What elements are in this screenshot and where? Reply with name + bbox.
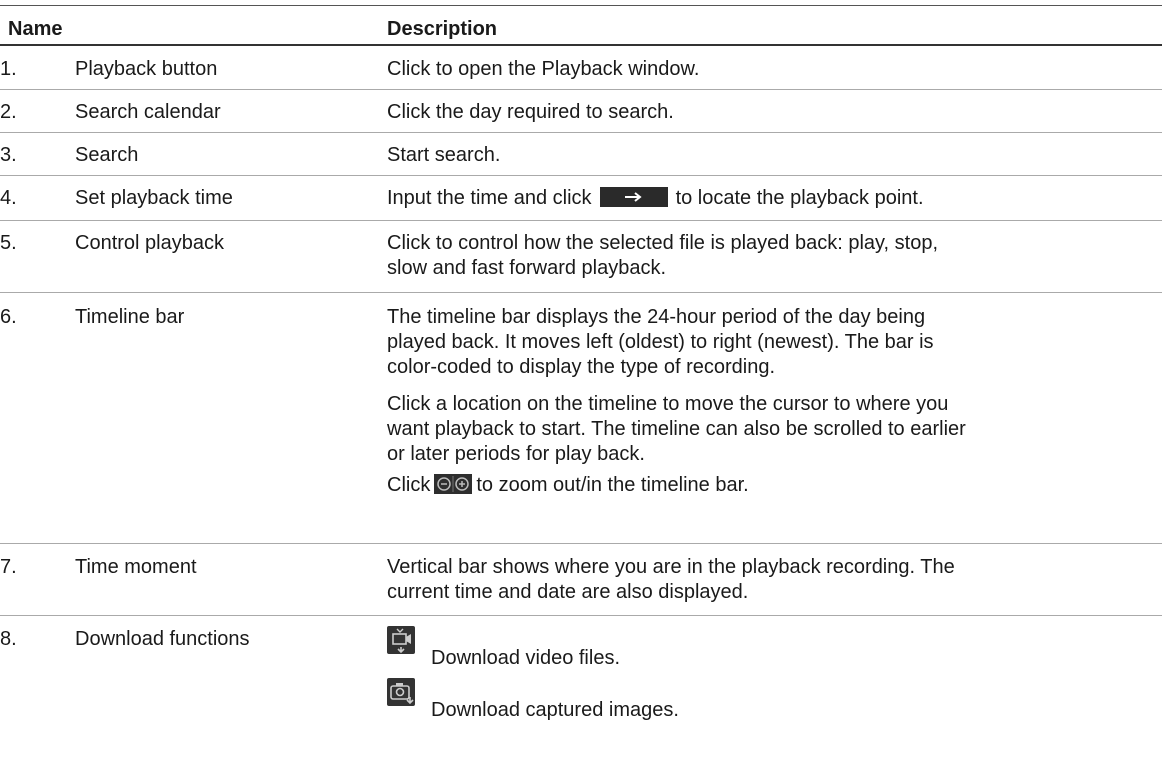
table-top-rule [0,5,1162,6]
row-number: 2. [0,101,17,123]
row-description-line: want playback to start. The timeline can… [387,418,966,440]
table-row: 3. Search Start search. [0,133,1162,176]
header-rule [0,44,1162,46]
row-description-line: slow and fast forward playback. [387,257,667,279]
row-name: Timeline bar [75,306,185,328]
zoom-out-in-icon [434,474,473,494]
row-description-line: Click to zoom out/in the timeline bar. [387,473,1147,498]
table-row: 4. Set playback time Input the time and … [0,176,1162,221]
row-number: 4. [0,187,17,209]
row-number: 3. [0,144,17,166]
row-description-line: or later periods for play back. [387,443,645,465]
row-name: Control playback [75,232,224,254]
header-name: Name [8,18,63,40]
row-description-line: color-coded to display the type of recor… [387,356,775,378]
download-image-label: Download captured images. [431,699,679,721]
header-description: Description [387,18,498,40]
download-video-icon [387,626,415,654]
table-row: 5. Control playback Click to control how… [0,221,1162,293]
row-description-start: Click [387,474,431,496]
table-row: 6. Timeline bar The timeline bar display… [0,293,1162,544]
row-number: 5. [0,232,17,254]
table-row: 8. Download functions Download video fil… [0,616,1162,778]
table-row: 7. Time moment Vertical bar shows where … [0,544,1162,616]
row-name: Search calendar [75,101,221,123]
row-name: Time moment [75,556,197,578]
row-number: 1. [0,58,17,80]
row-name: Set playback time [75,187,233,209]
row-name: Download functions [75,628,250,650]
row-description-line: played back. It moves left (oldest) to r… [387,331,934,353]
row-description-line: Click to control how the selected file i… [387,232,939,254]
row-description-line: current time and date are also displayed… [387,581,749,603]
row-description-end: to locate the playback point. [675,187,924,209]
row-name: Playback button [75,58,218,80]
arrow-right-icon [599,187,668,207]
row-description-line: The timeline bar displays the 24-hour pe… [387,306,926,328]
table-header: Name Description [0,8,1162,44]
row-description-line: Vertical bar shows where you are in the … [387,556,955,578]
row-description: Click to open the Playback window. [387,58,700,80]
download-image-icon [387,678,415,706]
download-video-label: Download video files. [431,647,620,669]
row-description: Start search. [387,144,501,166]
row-description-start: Input the time and click [387,187,592,209]
row-name: Search [75,144,139,166]
row-description: Input the time and click to locate the pl… [387,186,1147,211]
row-number: 8. [0,628,17,650]
table-row: 1. Playback button Click to open the Pla… [0,47,1162,90]
row-description-line: Click a location on the timeline to move… [387,393,949,415]
row-description-end: to zoom out/in the timeline bar. [476,474,749,496]
row-number: 7. [0,556,17,578]
table-row: 2. Search calendar Click the day require… [0,90,1162,133]
row-number: 6. [0,306,17,328]
row-description: Click the day required to search. [387,101,674,123]
